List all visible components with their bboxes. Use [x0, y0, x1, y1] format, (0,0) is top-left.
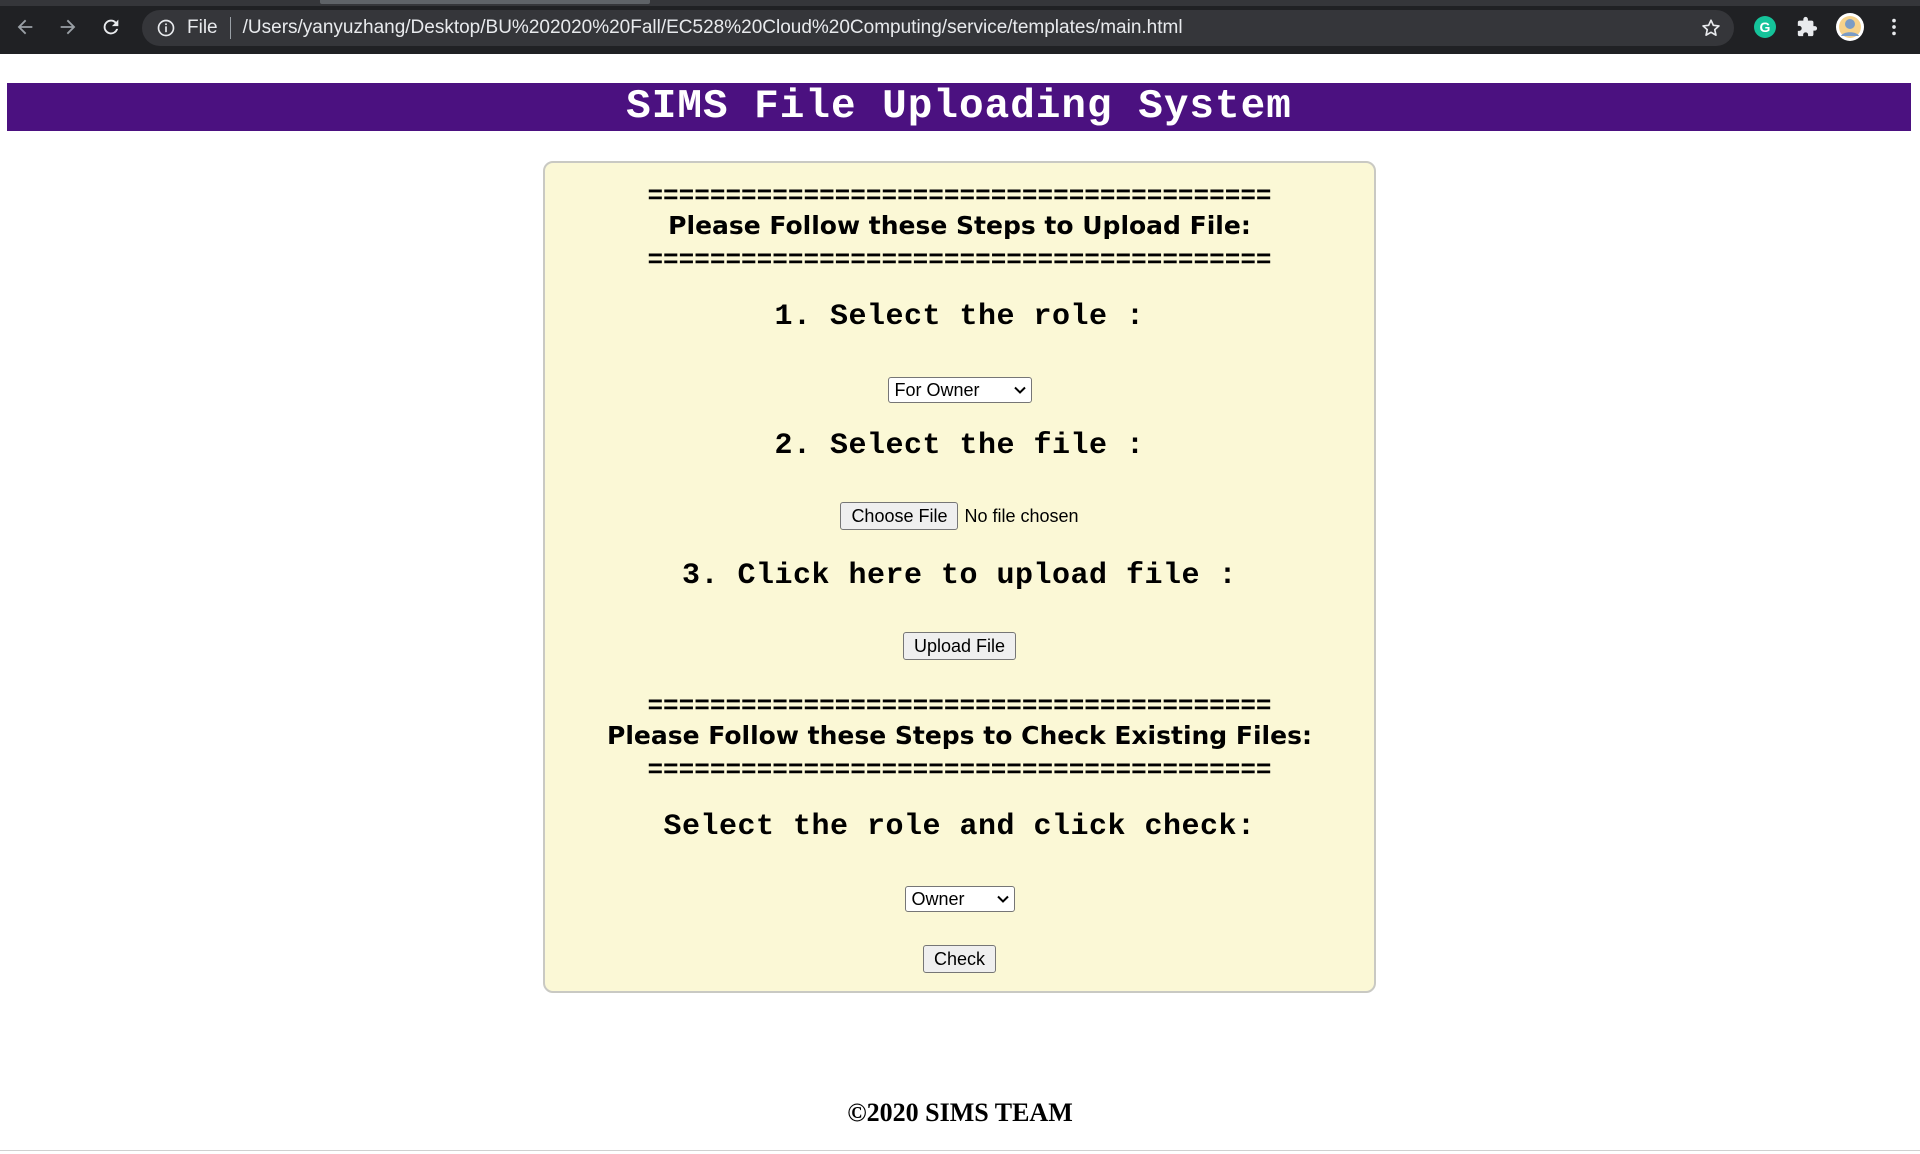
reload-icon[interactable]: [96, 12, 126, 42]
footer-copyright: ©2020 SIMS TEAM: [847, 1098, 1073, 1127]
step-1-label: 1. Select the role :: [774, 300, 1145, 334]
info-icon[interactable]: [155, 17, 177, 39]
header-banner: SIMS File Uploading System: [7, 83, 1911, 131]
upload-button-row: Upload File: [545, 632, 1374, 660]
separator-line: ========================================: [647, 183, 1272, 209]
svg-text:G: G: [1760, 19, 1771, 35]
chevron-down-icon: [996, 895, 1009, 903]
page-title: SIMS File Uploading System: [626, 84, 1292, 130]
check-button[interactable]: Check: [922, 945, 997, 973]
page-bottom-divider: [0, 1150, 1920, 1151]
browser-toolbar: File /Users/yanyuzhang/Desktop/BU%202020…: [0, 0, 1920, 54]
address-bar[interactable]: File /Users/yanyuzhang/Desktop/BU%202020…: [142, 10, 1734, 46]
choose-file-button[interactable]: Choose File: [840, 502, 959, 530]
upload-role-select[interactable]: For Owner: [887, 377, 1032, 403]
check-role-select-row: Owner: [545, 886, 1374, 912]
back-arrow-icon[interactable]: [10, 12, 40, 42]
separator-line: ========================================: [647, 757, 1272, 783]
upload-role-select-value: For Owner: [894, 379, 980, 400]
separator-line: ========================================: [647, 693, 1272, 719]
check-role-select-value: Owner: [911, 888, 965, 909]
check-button-row: Check: [545, 945, 1374, 973]
main-panel: ========================================…: [543, 161, 1376, 993]
check-role-select[interactable]: Owner: [904, 886, 1015, 912]
extensions-puzzle-icon[interactable]: [1794, 14, 1820, 40]
omnibox-divider: [229, 17, 231, 39]
active-tab-indicator[interactable]: [320, 0, 650, 4]
profile-avatar[interactable]: [1835, 12, 1865, 42]
grammarly-extension-icon[interactable]: G: [1752, 14, 1778, 40]
upload-section-title: Please Follow these Steps to Upload File…: [668, 211, 1251, 240]
upload-file-button[interactable]: Upload File: [902, 632, 1017, 660]
check-instruction-label: Select the role and click check:: [663, 810, 1256, 844]
file-input-row: Choose File No file chosen: [545, 502, 1374, 530]
role-select-row: For Owner: [545, 377, 1374, 403]
check-section-title: Please Follow these Steps to Check Exist…: [607, 721, 1312, 750]
url-text[interactable]: /Users/yanyuzhang/Desktop/BU%202020%20Fa…: [243, 17, 1183, 39]
no-file-chosen-text: No file chosen: [964, 505, 1079, 526]
url-scheme-label: File: [187, 17, 218, 38]
chevron-down-icon: [1013, 386, 1026, 394]
step-3-label: 3. Click here to upload file :: [681, 559, 1238, 593]
tab-strip: [0, 0, 1920, 6]
step-2-label: 2. Select the file :: [774, 429, 1145, 463]
file-input[interactable]: Choose File No file chosen: [840, 502, 1079, 530]
star-icon[interactable]: [1700, 17, 1722, 39]
separator-line: ========================================: [647, 247, 1272, 273]
more-menu-icon[interactable]: [1881, 14, 1907, 40]
forward-arrow-icon[interactable]: [53, 12, 83, 42]
